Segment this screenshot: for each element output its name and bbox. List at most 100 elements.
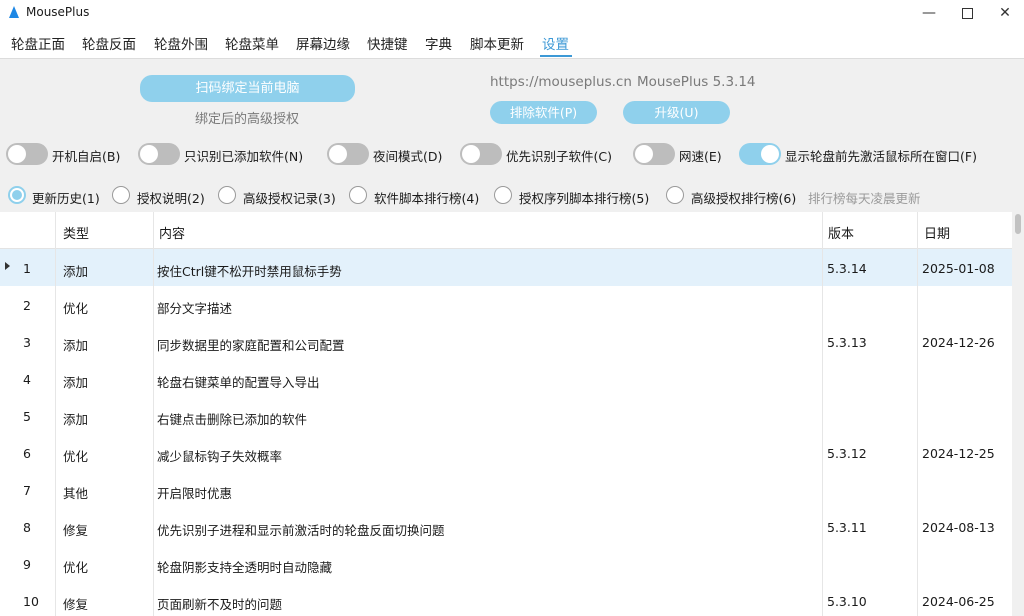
toggle-knob (8, 145, 26, 163)
tab-hotkeys[interactable]: 快捷键 (367, 33, 408, 53)
tab-dictionary[interactable]: 字典 (425, 33, 452, 53)
cell-type: 添加 (63, 375, 89, 390)
toggle-label-night-mode: 夜间模式(D) (373, 149, 443, 164)
website-link[interactable]: https://mouseplus.cn (490, 74, 632, 90)
cell-content: 同步数据里的家庭配置和公司配置 (157, 338, 345, 353)
toggle-child-software[interactable] (460, 143, 502, 165)
row-number: 10 (23, 594, 39, 609)
row-number: 8 (23, 520, 31, 535)
update-history-table: 类型 内容 版本 日期 1 添加 按住Ctrl键不松开时禁用鼠标手势 5.3.1… (0, 212, 1012, 616)
cell-content: 开启限时优惠 (157, 486, 233, 501)
cell-date: 2025-01-08 (922, 261, 995, 276)
table-row[interactable]: 7 其他 开启限时优惠 (0, 471, 1012, 509)
table-row[interactable]: 1 添加 按住Ctrl键不松开时禁用鼠标手势 5.3.14 2025-01-08 (0, 249, 1012, 287)
cell-content: 轮盘阴影支持全透明时自动隐藏 (157, 560, 333, 575)
row-number: 1 (23, 261, 31, 276)
toggle-night-mode[interactable] (327, 143, 369, 165)
column-divider (153, 212, 154, 616)
table-row[interactable]: 5 添加 右键点击删除已添加的软件 (0, 397, 1012, 435)
toggle-label-autostart: 开机自启(B) (52, 149, 121, 164)
close-button[interactable]: ✕ (986, 0, 1024, 26)
table-header: 类型 内容 版本 日期 (0, 212, 1012, 249)
table-row[interactable]: 3 添加 同步数据里的家庭配置和公司配置 5.3.13 2024-12-26 (0, 323, 1012, 361)
toggle-knob (329, 145, 347, 163)
ranking-update-note: 排行榜每天凌晨更新 (808, 191, 921, 206)
column-header-type[interactable]: 类型 (63, 223, 89, 242)
version-label: MousePlus 5.3.14 (637, 74, 756, 90)
maximize-button[interactable] (948, 0, 986, 26)
toggle-activate-window[interactable] (739, 143, 781, 165)
radio-advanced-license-log[interactable] (218, 186, 236, 204)
cell-date: 2024-06-25 (922, 594, 995, 609)
radio-serial-script-ranking[interactable] (494, 186, 512, 204)
table-scrollbar[interactable] (1012, 212, 1024, 616)
bind-caption: 绑定后的高级授权 (195, 112, 300, 127)
radio-label-advanced-license-log: 高级授权记录(3) (243, 191, 336, 206)
cell-type: 添加 (63, 412, 89, 427)
cell-date: 2024-12-26 (922, 335, 995, 350)
cell-version: 5.3.13 (827, 335, 867, 350)
toggle-label-child-software: 优先识别子软件(C) (506, 149, 612, 164)
row-number: 9 (23, 557, 31, 572)
row-number: 6 (23, 446, 31, 461)
tab-wheel-back[interactable]: 轮盘反面 (82, 33, 136, 53)
radio-script-ranking[interactable] (349, 186, 367, 204)
toggle-label-net-speed: 网速(E) (679, 149, 722, 164)
column-header-date[interactable]: 日期 (924, 223, 950, 242)
toggle-options: 开机自启(B) 只识别已添加软件(N) 夜间模式(D) 优先识别子软件(C) 网… (0, 143, 1024, 169)
toggle-added-only[interactable] (138, 143, 180, 165)
table-row[interactable]: 6 优化 减少鼠标钩子失效概率 5.3.12 2024-12-25 (0, 434, 1012, 472)
row-number: 3 (23, 335, 31, 350)
radio-label-serial-script-ranking: 授权序列脚本排行榜(5) (519, 191, 650, 206)
bind-computer-button[interactable]: 扫码绑定当前电脑 (140, 75, 355, 102)
toggle-knob (635, 145, 653, 163)
exclude-software-button[interactable]: 排除软件(P) (490, 101, 597, 124)
toggle-net-speed[interactable] (633, 143, 675, 165)
table-row[interactable]: 4 添加 轮盘右键菜单的配置导入导出 (0, 360, 1012, 398)
table-row[interactable]: 10 修复 页面刷新不及时的问题 5.3.10 2024-06-25 (0, 582, 1012, 616)
cell-date: 2024-12-25 (922, 446, 995, 461)
radio-label-update-history: 更新历史(1) (32, 191, 100, 206)
column-divider (917, 212, 918, 616)
active-tab-indicator (540, 55, 572, 57)
radio-advanced-license-ranking[interactable] (666, 186, 684, 204)
cell-content: 优先识别子进程和显示前激活时的轮盘反面切换问题 (157, 523, 445, 538)
cell-content: 右键点击删除已添加的软件 (157, 412, 308, 427)
table-row[interactable]: 8 修复 优先识别子进程和显示前激活时的轮盘反面切换问题 5.3.11 2024… (0, 508, 1012, 546)
minimize-button[interactable]: — (910, 0, 948, 26)
tab-wheel-outer[interactable]: 轮盘外围 (154, 33, 208, 53)
tab-settings[interactable]: 设置 (542, 33, 569, 53)
cell-type: 优化 (63, 301, 89, 316)
row-number: 2 (23, 298, 31, 313)
toggle-label-added-only: 只识别已添加软件(N) (184, 149, 304, 164)
radio-update-history[interactable] (8, 186, 26, 204)
cell-version: 5.3.11 (827, 520, 867, 535)
maximize-icon (961, 7, 973, 19)
tab-wheel-front[interactable]: 轮盘正面 (11, 33, 65, 53)
cell-type: 其他 (63, 486, 89, 501)
scrollbar-thumb[interactable] (1015, 214, 1021, 234)
toggle-autostart[interactable] (6, 143, 48, 165)
toggle-label-activate-window: 显示轮盘前先激活鼠标所在窗口(F) (785, 149, 977, 164)
radio-label-script-ranking: 软件脚本排行榜(4) (374, 191, 480, 206)
row-number: 4 (23, 372, 31, 387)
column-header-version[interactable]: 版本 (828, 223, 854, 242)
tab-bar: 轮盘正面 轮盘反面 轮盘外围 轮盘菜单 屏幕边缘 快捷键 字典 脚本更新 设置 (0, 26, 1024, 59)
cell-content: 页面刷新不及时的问题 (157, 597, 283, 612)
tab-screen-edge[interactable]: 屏幕边缘 (296, 33, 350, 53)
radio-label-license-info: 授权说明(2) (137, 191, 205, 206)
table-row[interactable]: 9 优化 轮盘阴影支持全透明时自动隐藏 (0, 545, 1012, 583)
title-bar: MousePlus — ✕ (0, 0, 1024, 26)
toggle-knob (761, 145, 779, 163)
column-header-content[interactable]: 内容 (159, 223, 185, 242)
tab-script-update[interactable]: 脚本更新 (470, 33, 524, 53)
cell-date: 2024-08-13 (922, 520, 995, 535)
toggle-knob (140, 145, 158, 163)
upgrade-button[interactable]: 升级(U) (623, 101, 730, 124)
cell-content: 部分文字描述 (157, 301, 233, 316)
cell-version: 5.3.14 (827, 261, 867, 276)
radio-license-info[interactable] (112, 186, 130, 204)
cell-content: 轮盘右键菜单的配置导入导出 (157, 375, 320, 390)
table-row[interactable]: 2 优化 部分文字描述 (0, 286, 1012, 324)
tab-wheel-menu[interactable]: 轮盘菜单 (225, 33, 279, 53)
